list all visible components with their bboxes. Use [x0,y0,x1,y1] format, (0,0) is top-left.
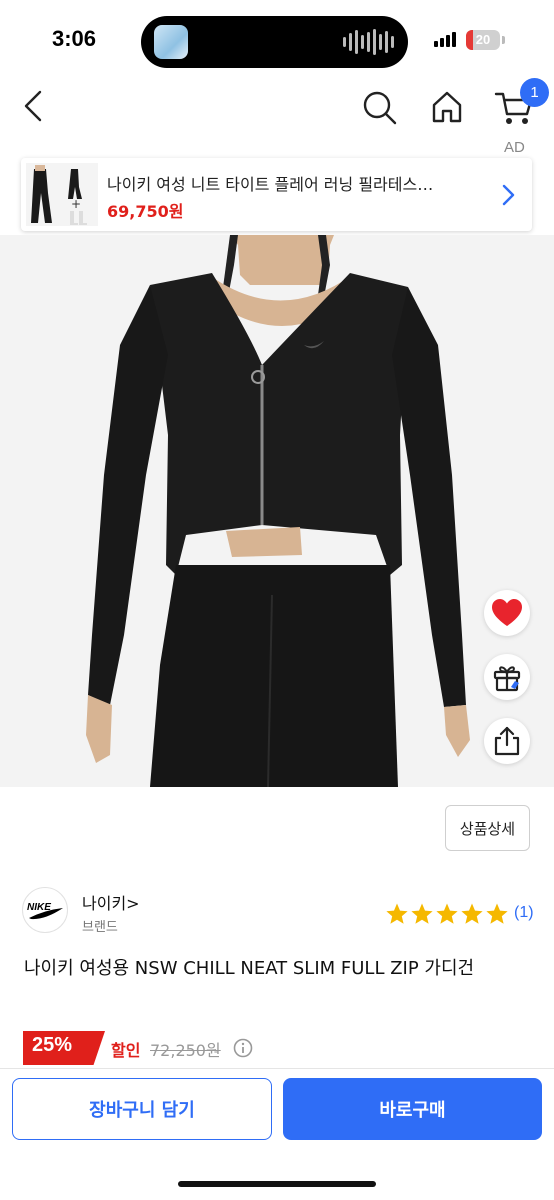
nike-logo: NIKE [27,902,63,920]
sale-label: 할인 [111,1041,141,1060]
brand-logo[interactable]: NIKE [22,887,68,933]
search-icon [363,91,397,125]
star-icon [436,903,458,924]
battery-level: 20 [475,32,491,47]
star-icon [486,903,508,924]
dynamic-island [141,16,408,68]
battery-icon: 20 [466,30,500,50]
star-icon [461,903,483,924]
product-image[interactable] [0,235,554,787]
cart-count-badge: 1 [520,78,549,107]
audio-wave-icon [343,29,394,55]
product-photo [0,235,554,787]
back-button[interactable] [16,84,56,128]
star-icon [386,903,408,924]
brand-subtitle: 브랜드 [82,920,118,935]
brand-name-link[interactable]: 나이키> [82,890,140,914]
status-bar: 3:06 20 [0,0,554,80]
info-icon[interactable] [233,1038,253,1058]
home-icon [432,91,462,123]
signal-icon [434,32,456,47]
ad-banner[interactable]: + 나이키 여성 니트 타이트 플레어 러닝 필라테스… 69,750원 [21,158,532,231]
svg-text:+: + [71,197,81,211]
product-detail-button[interactable]: 상품상세 [445,805,530,851]
gift-icon [493,666,521,692]
star-icon [411,903,433,924]
buy-now-button[interactable]: 바로구매 [283,1078,542,1140]
add-to-cart-button[interactable]: 장바구니 담기 [12,1078,272,1140]
ad-title: 나이키 여성 니트 타이트 플레어 러닝 필라테스… [107,175,434,194]
ad-thumbnail: + [26,163,98,226]
original-price: 72,250원 [150,1041,221,1060]
status-time: 3:06 [52,26,97,51]
gift-button[interactable] [484,654,530,700]
search-button[interactable] [358,86,400,128]
like-button[interactable] [484,590,530,636]
product-title: 나이키 여성용 NSW CHILL NEAT SLIM FULL ZIP 가디건 [24,958,475,979]
heart-icon [492,599,522,626]
discount-rate: 25% [32,1034,73,1056]
media-thumbnail [154,25,188,59]
battery-cap [502,36,505,44]
rating-stars [385,902,509,926]
chevron-right-icon [502,184,515,206]
chevron-left-icon [24,90,42,122]
share-icon [494,726,520,756]
review-count-link[interactable]: (1) [514,904,534,922]
share-button[interactable] [484,718,530,764]
home-button[interactable] [426,86,468,128]
ad-price: 69,750원 [107,202,184,221]
home-indicator [178,1181,376,1187]
ad-label: AD [504,139,525,156]
